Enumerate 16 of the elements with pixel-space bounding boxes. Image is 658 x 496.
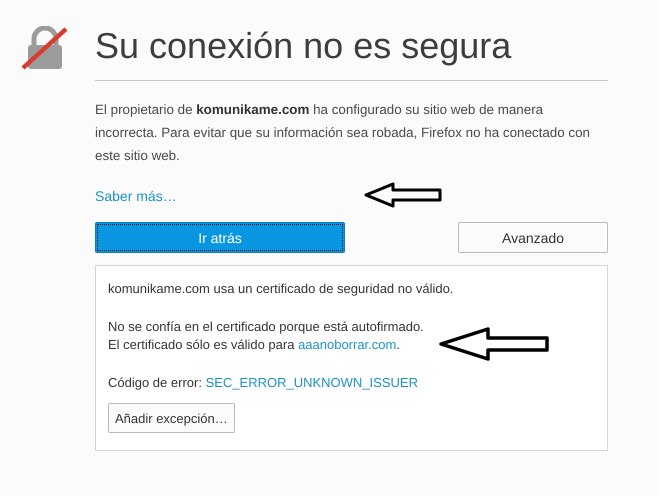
advanced-button[interactable]: Avanzado [458,222,608,253]
arrow-icon [363,181,443,209]
go-back-button[interactable]: Ir atrás [95,222,345,253]
add-exception-button[interactable]: Añadir excepción… [108,403,235,433]
domain-link[interactable]: aaanoborrar.com [298,337,396,352]
certificate-summary: komunikame.com usa un certificado de seguridad no válido. [108,280,454,298]
error-code-label: Código de error: [108,375,202,390]
valid-for-text: El certificado sólo es válido para [108,337,294,352]
arrow-icon [438,326,550,362]
error-description: El propietario de komunikame.com ha configurado su sitio web de manera incorrecta. Para evitar que su información sea robada, Firefox no ha conectado con este sitio web. [95,101,591,165]
page-title: Su conexión no es segura [95,24,512,68]
broken-lock-icon [20,26,70,70]
certificate-reason: No se confía en el certificado porque está autofirmado. [108,318,425,336]
error-code-link[interactable]: SEC_ERROR_UNKNOWN_ISSUER [206,375,418,390]
learn-more-link[interactable]: Saber más… [95,188,177,204]
period-text: . [396,337,400,352]
